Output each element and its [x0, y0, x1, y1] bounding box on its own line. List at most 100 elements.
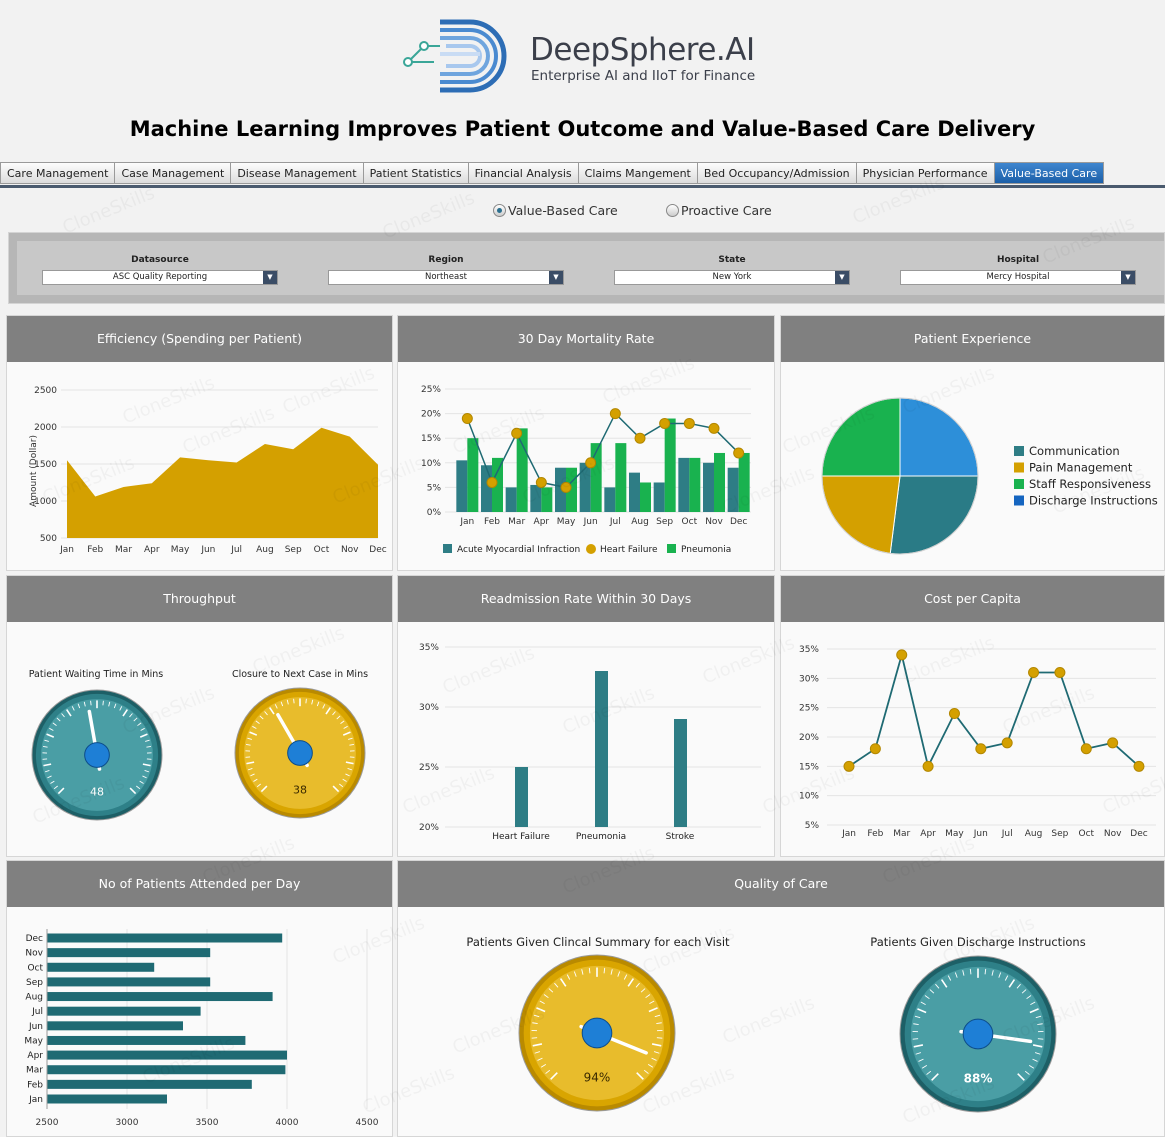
point-heart-failure: [585, 457, 597, 469]
x-tick-label: Nov: [341, 545, 359, 555]
datasource-select[interactable]: ASC Quality Reporting ▼: [42, 270, 278, 285]
gauge-tick: [603, 967, 606, 974]
panel-experience: Patient Experience Communication Pain Man…: [780, 315, 1165, 571]
hospital-select[interactable]: Mercy Hospital ▼: [900, 270, 1136, 285]
point-heart-failure: [535, 476, 547, 488]
tab-claims-mangement[interactable]: Claims Mangement: [578, 162, 698, 184]
chevron-down-icon[interactable]: ▼: [835, 271, 849, 284]
tab-physician-performance[interactable]: Physician Performance: [856, 162, 995, 184]
x-tick-label: Sep: [285, 545, 302, 555]
bar-pneumonia: [516, 428, 528, 512]
bar-pneumonia: [615, 443, 627, 512]
x-tick-label: Dec: [369, 545, 386, 555]
x-tick-label: Apr: [144, 545, 160, 555]
brand-tagline: Enterprise AI and IIoT for Finance: [531, 68, 756, 84]
filter-label: Datasource: [131, 255, 189, 265]
filter-region: Region Northeast ▼: [328, 255, 564, 285]
dashboard-root: DeepSphere.AI Enterprise AI and IIoT for…: [0, 0, 1165, 1137]
bar-ami: [653, 482, 665, 512]
gauge-value: 38: [293, 783, 307, 796]
filter-label: Hospital: [996, 255, 1040, 265]
y-tick-label: May: [24, 1036, 43, 1046]
x-tick-label: Sep: [656, 517, 673, 527]
tab-financial-analysis[interactable]: Financial Analysis: [468, 162, 579, 184]
point-cost: [1001, 737, 1013, 749]
chevron-down-icon[interactable]: ▼: [1121, 271, 1135, 284]
throughput-gauges: Patient Waiting Time in Mins 48 Closure to…: [29, 669, 368, 821]
x-tick-label: 4000: [276, 1118, 299, 1128]
point-cost: [1080, 743, 1092, 755]
point-cost: [922, 760, 934, 772]
x-tick-label: Stroke: [666, 832, 695, 842]
x-tick-label: 2500: [36, 1118, 59, 1128]
gauge-hub: [287, 740, 313, 766]
legend-label: Pain Management: [1029, 461, 1133, 475]
gauge-value: 48: [90, 785, 104, 798]
gauge-tick: [984, 968, 987, 975]
gauge-label: Patients Given Clincal Summary for each …: [466, 935, 730, 949]
y-tick-label: 20%: [421, 410, 441, 420]
x-tick-label: Heart Failure: [492, 832, 550, 842]
bar-attended: [47, 977, 211, 987]
pie-slice: [821, 397, 901, 477]
gauge-value: 88%: [964, 1071, 993, 1085]
state-select[interactable]: New York ▼: [614, 270, 850, 285]
tab-patient-statistics[interactable]: Patient Statistics: [363, 162, 469, 184]
x-tick-label: 4500: [356, 1118, 379, 1128]
bar-attended: [47, 1021, 183, 1031]
point-heart-failure: [733, 447, 745, 459]
radio-proactive-care[interactable]: Proactive Care: [666, 203, 772, 218]
panel-mortality: 30 Day Mortality Rate 0% 5% 10% 15% 20% 25% Ja…: [397, 315, 775, 571]
gauge-hub: [581, 1017, 613, 1049]
legend-swatch: [1014, 462, 1024, 473]
radio-selected-icon: [493, 204, 506, 217]
chevron-down-icon[interactable]: ▼: [549, 271, 563, 284]
gauge-tick: [588, 967, 591, 974]
bar-readmission: [674, 719, 687, 827]
bar-attended: [47, 948, 211, 958]
x-tick-label: Feb: [484, 517, 500, 527]
bar-ami: [481, 465, 492, 512]
filter-hospital: Hospital Mercy Hospital ▼: [900, 255, 1136, 285]
x-tick-label: Dec: [730, 517, 747, 527]
x-tick-label: Jan: [459, 517, 474, 527]
gauge-label: Patients Given Discharge Instructions: [870, 935, 1085, 949]
legend-swatch: [586, 544, 596, 554]
x-tick-label: Oct: [682, 517, 698, 527]
gauge-tick: [90, 700, 92, 706]
x-tick-label: Apr: [920, 829, 936, 839]
x-tick-label: Jul: [230, 545, 242, 555]
tab-case-management[interactable]: Case Management: [115, 162, 232, 184]
x-tick-label: Feb: [867, 829, 883, 839]
bar-attended: [47, 1006, 201, 1016]
gauge-tick: [293, 698, 295, 704]
point-cost: [1133, 760, 1145, 772]
tab-care-management[interactable]: Care Management: [0, 162, 116, 184]
filter-datasource: Datasource ASC Quality Reporting ▼: [42, 255, 278, 285]
x-tick-label: May: [171, 545, 190, 555]
bar-pneumonia: [689, 457, 701, 512]
y-tick-label: Sep: [26, 978, 43, 988]
x-tick-label: Nov: [705, 517, 723, 527]
y-tick-label: 5%: [427, 483, 442, 493]
chevron-down-icon[interactable]: ▼: [263, 271, 277, 284]
y-tick-label: Nov: [25, 949, 43, 959]
point-heart-failure: [634, 432, 646, 444]
x-tick-label: Jan: [841, 829, 856, 839]
region-select[interactable]: Northeast ▼: [328, 270, 564, 285]
mortality-combo-chart: 0% 5% 10% 15% 20% 25% Jan Feb Mar Apr May Jun Jul Aug…: [421, 385, 751, 555]
panel-attended: No of Patients Attended per Day 2500 3000…: [6, 860, 393, 1137]
bar-attended: [47, 1035, 246, 1045]
radio-value-based-care[interactable]: Value-Based Care: [493, 203, 618, 218]
bar-ami: [505, 487, 517, 512]
y-tick-label: 2000: [34, 423, 57, 433]
bar-pneumonia: [738, 452, 750, 512]
tab-value-based-care[interactable]: Value-Based Care: [994, 162, 1105, 184]
brand-name: DeepSphere.AI: [530, 32, 755, 68]
bar-pneumonia: [640, 482, 651, 512]
x-tick-label: Oct: [314, 545, 330, 555]
tab-bed-occupancy-admission[interactable]: Bed Occupancy/Admission: [697, 162, 857, 184]
bar-pneumonia: [541, 487, 553, 512]
filter-bar: Datasource ASC Quality Reporting ▼ Region…: [8, 232, 1165, 304]
tab-disease-management[interactable]: Disease Management: [231, 162, 364, 184]
